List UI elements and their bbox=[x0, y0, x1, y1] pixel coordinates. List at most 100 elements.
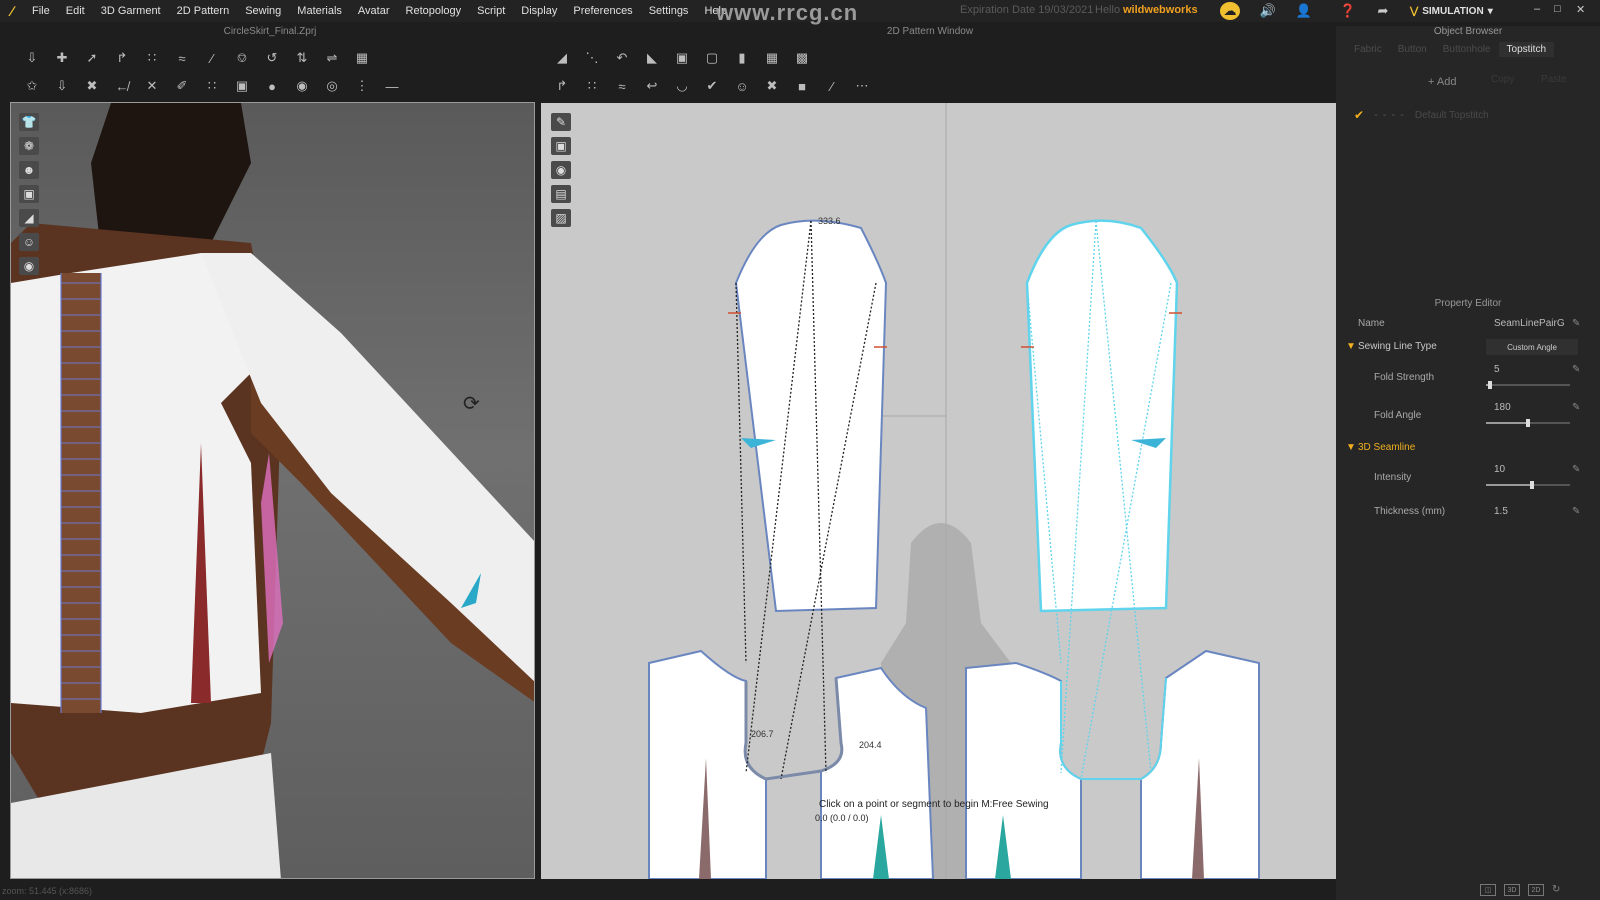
pencil-icon[interactable]: ✎ bbox=[1572, 318, 1580, 329]
pattern-icon[interactable]: ▣ bbox=[230, 75, 254, 97]
intensity-slider[interactable] bbox=[1486, 481, 1570, 489]
pin-icon[interactable]: ➚ bbox=[80, 47, 104, 69]
collapse-arrow-icon[interactable]: ▼ bbox=[1346, 442, 1356, 453]
name-value[interactable]: SeamLinePairG bbox=[1494, 318, 1565, 329]
internal-icon[interactable]: ▢ bbox=[700, 47, 724, 69]
snapshot-icon[interactable]: ◉ bbox=[551, 161, 571, 179]
username[interactable]: wildwebworks bbox=[1123, 4, 1198, 16]
grid-icon[interactable]: ▦ bbox=[350, 47, 374, 69]
zipper-icon[interactable]: ⋮ bbox=[350, 75, 374, 97]
shape-icon[interactable]: ⎊ bbox=[230, 47, 254, 69]
layer-icon[interactable]: ▤ bbox=[551, 185, 571, 203]
line-tool-icon[interactable]: ∕ bbox=[820, 75, 844, 97]
tab-button[interactable]: Button bbox=[1390, 42, 1435, 57]
3d-view-icon[interactable]: 3D bbox=[1504, 884, 1520, 896]
record-icon[interactable]: ◎ bbox=[320, 75, 344, 97]
speaker-icon[interactable]: 🔊 bbox=[1258, 2, 1278, 20]
rectangle-icon[interactable]: ▣ bbox=[670, 47, 694, 69]
add-button[interactable]: + Add bbox=[1420, 74, 1464, 90]
steam-icon[interactable]: ≈ bbox=[170, 47, 194, 69]
menu-settings[interactable]: Settings bbox=[641, 0, 697, 22]
skin-icon[interactable]: ☺ bbox=[19, 233, 39, 251]
refresh-icon[interactable]: ↻ bbox=[1552, 884, 1560, 896]
line-icon[interactable]: — bbox=[380, 75, 404, 97]
edit-icon[interactable]: ✎ bbox=[1572, 506, 1580, 517]
menu-materials[interactable]: Materials bbox=[289, 0, 350, 22]
cloud-icon[interactable]: ☁ bbox=[1220, 2, 1240, 20]
menu-2d-pattern[interactable]: 2D Pattern bbox=[169, 0, 238, 22]
3d-viewport[interactable]: 👕 ❁ ☻ ▣ ◢ ☺ ◉ ⟳ bbox=[10, 102, 535, 879]
share-icon[interactable]: ➦ bbox=[1373, 2, 1393, 20]
garment-icon[interactable]: 👕 bbox=[19, 113, 39, 131]
stack-icon[interactable]: ▨ bbox=[551, 209, 571, 227]
fold-strength-slider[interactable] bbox=[1486, 381, 1570, 389]
m-n-sewing-icon[interactable]: ≈ bbox=[610, 75, 634, 97]
sync-icon[interactable]: ⇌ bbox=[320, 47, 344, 69]
zipper-2d-icon[interactable]: ☺ bbox=[730, 75, 754, 97]
menu-preferences[interactable]: Preferences bbox=[565, 0, 640, 22]
menu-avatar[interactable]: Avatar bbox=[350, 0, 398, 22]
edit-icon[interactable]: ✎ bbox=[1572, 364, 1580, 375]
sphere-icon[interactable]: ◉ bbox=[19, 257, 39, 275]
edit-sewing-icon[interactable]: ↩ bbox=[640, 75, 664, 97]
intensity-thumb[interactable] bbox=[1530, 481, 1535, 489]
piping-icon[interactable]: ■ bbox=[790, 75, 814, 97]
stitch-icon[interactable]: ✖ bbox=[80, 75, 104, 97]
menu-3d-garment[interactable]: 3D Garment bbox=[93, 0, 169, 22]
fold-strength-value[interactable]: 5 bbox=[1494, 364, 1500, 375]
menu-script[interactable]: Script bbox=[469, 0, 513, 22]
edit-icon[interactable]: ✎ bbox=[1572, 464, 1580, 475]
dashed-line-icon[interactable]: ⋯ bbox=[850, 75, 874, 97]
fold-strength-thumb[interactable] bbox=[1488, 381, 1493, 389]
polygon-icon[interactable]: ◣ bbox=[640, 47, 664, 69]
menu-retopology[interactable]: Retopology bbox=[398, 0, 470, 22]
globe-icon[interactable]: ◉ bbox=[290, 75, 314, 97]
menu-sewing[interactable]: Sewing bbox=[237, 0, 289, 22]
fold-angle-value[interactable]: 180 bbox=[1494, 402, 1511, 413]
thickness-value[interactable]: 1.5 bbox=[1494, 506, 1508, 517]
fold-angle-slider[interactable] bbox=[1486, 419, 1570, 427]
grid-pattern-icon[interactable]: ▩ bbox=[790, 47, 814, 69]
mode-selector[interactable]: ⋁ SIMULATION ▾ bbox=[1410, 0, 1493, 22]
tab-topstitch[interactable]: Topstitch bbox=[1498, 42, 1555, 57]
help-icon[interactable]: ❓ bbox=[1338, 2, 1358, 20]
pleat-icon[interactable]: ▮ bbox=[730, 47, 754, 69]
check-sewing-icon[interactable]: ✔ bbox=[700, 75, 724, 97]
intensity-value[interactable]: 10 bbox=[1494, 464, 1505, 475]
2d-viewport[interactable]: ✎ ▣ ◉ ▤ ▨ 333.6 206.7 204.4 Click on a p… bbox=[541, 103, 1336, 879]
list-item[interactable]: ✔ - - - - Default Topstitch bbox=[1354, 108, 1489, 122]
copy-button[interactable]: Copy bbox=[1491, 74, 1514, 85]
fold-angle-thumb[interactable] bbox=[1526, 419, 1530, 427]
topstitch-icon[interactable]: ✖ bbox=[760, 75, 784, 97]
avatar-icon[interactable]: ☻ bbox=[19, 161, 39, 179]
fold-icon[interactable]: ↱ bbox=[110, 47, 134, 69]
minimize-button[interactable]: – bbox=[1534, 3, 1540, 15]
cross-icon[interactable]: ✕ bbox=[140, 75, 164, 97]
maximize-button[interactable]: □ bbox=[1554, 3, 1561, 15]
transform-icon[interactable]: ✚ bbox=[50, 47, 74, 69]
edit-point-icon[interactable]: ⋱ bbox=[580, 47, 604, 69]
arrange-icon[interactable]: ↺ bbox=[260, 47, 284, 69]
close-button[interactable]: ✕ bbox=[1576, 3, 1585, 16]
tuck-icon[interactable]: ◡ bbox=[670, 75, 694, 97]
cut-icon[interactable]: ↚ bbox=[110, 75, 134, 97]
segment-sewing-icon[interactable]: ↱ bbox=[550, 75, 574, 97]
button-tool-icon[interactable]: ● bbox=[260, 75, 284, 97]
ruler-icon[interactable]: ✎ bbox=[551, 113, 571, 131]
menu-display[interactable]: Display bbox=[513, 0, 565, 22]
shoe-icon[interactable]: ◢ bbox=[19, 209, 39, 227]
texture-icon[interactable]: ❁ bbox=[19, 137, 39, 155]
free-sewing-icon[interactable]: ∷ bbox=[580, 75, 604, 97]
menu-edit[interactable]: Edit bbox=[58, 0, 93, 22]
trace-icon[interactable]: ▦ bbox=[760, 47, 784, 69]
curve-point-icon[interactable]: ↶ bbox=[610, 47, 634, 69]
avatar-pose-icon[interactable]: ✩ bbox=[20, 75, 44, 97]
tab-buttonhole[interactable]: Buttonhole bbox=[1435, 42, 1499, 57]
select-move-icon[interactable]: ⇩ bbox=[20, 47, 44, 69]
user-icon[interactable]: 👤 bbox=[1294, 2, 1314, 20]
2d-view-icon[interactable]: 2D bbox=[1528, 884, 1544, 896]
paste-button[interactable]: Paste bbox=[1541, 74, 1567, 85]
seam-icon[interactable]: ⇩ bbox=[50, 75, 74, 97]
pen-icon[interactable]: ✐ bbox=[170, 75, 194, 97]
tab-fabric[interactable]: Fabric bbox=[1346, 42, 1390, 57]
